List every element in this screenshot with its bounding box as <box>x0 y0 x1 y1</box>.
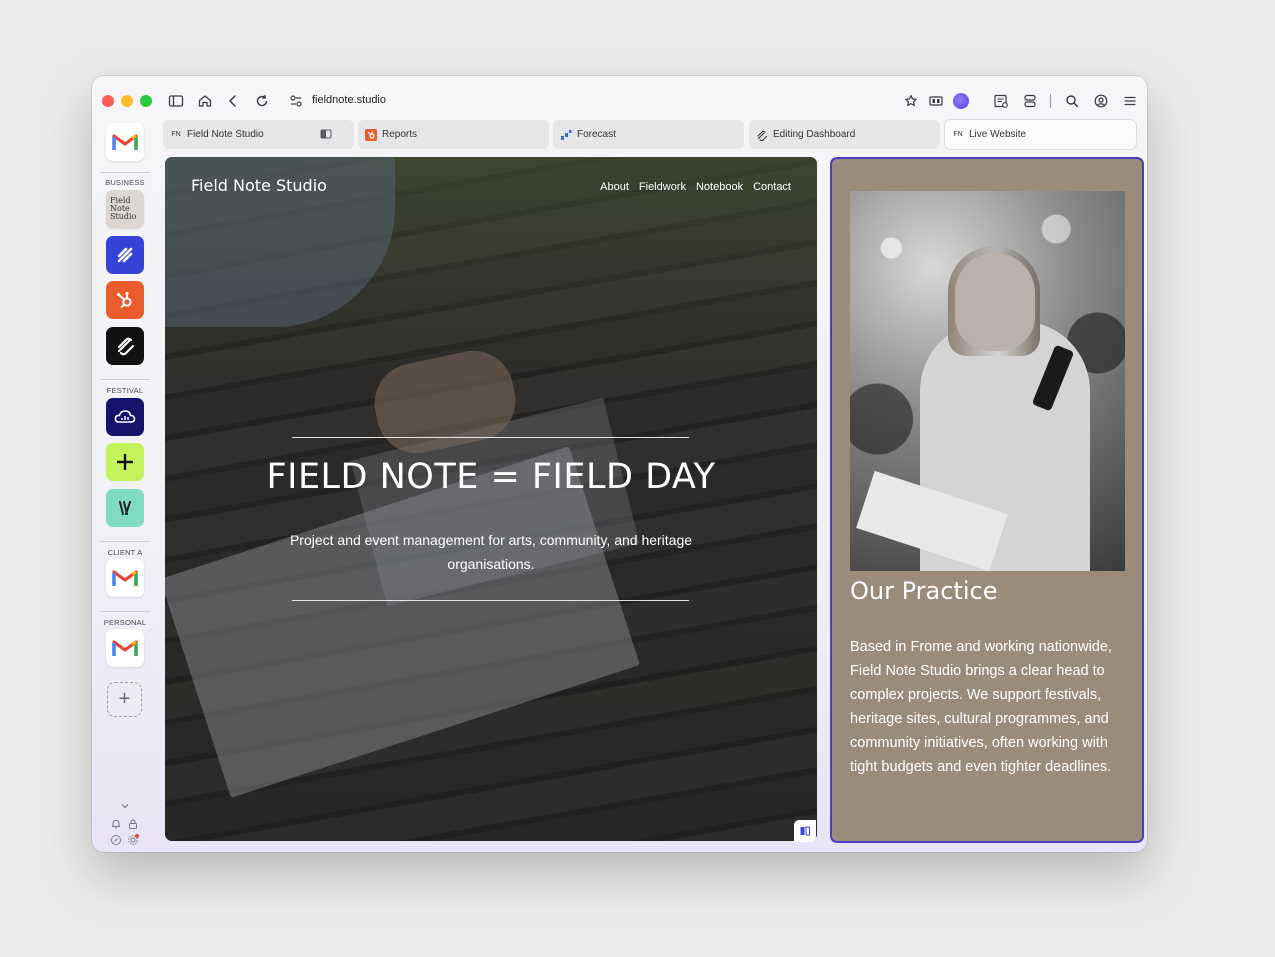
url-text[interactable]: fieldnote.studio <box>312 94 386 106</box>
compass-icon[interactable] <box>110 834 122 846</box>
practice-body: Based in Frome and working nationwide, F… <box>850 639 1112 775</box>
tab-label: Editing Dashboard <box>773 129 856 140</box>
hubspot-icon[interactable] <box>106 281 144 319</box>
slash-app-icon[interactable] <box>106 489 144 527</box>
add-app-button[interactable]: + <box>107 682 142 717</box>
close-window-button[interactable] <box>102 95 114 107</box>
address-bar[interactable]: fieldnote.studio <box>284 90 964 112</box>
split-view-toggle-button[interactable] <box>794 820 816 842</box>
settings-gear-icon[interactable] <box>127 834 139 846</box>
fn-favicon-icon: FN <box>953 131 963 138</box>
bell-icon[interactable] <box>110 818 122 830</box>
tab-reports[interactable]: Reports <box>358 120 549 149</box>
zoom-window-button[interactable] <box>140 95 152 107</box>
practice-title: Our Practice <box>850 577 998 605</box>
site-title[interactable]: Field Note Studio <box>191 176 327 195</box>
fn-favicon-icon: FN <box>171 131 181 138</box>
browser-window: fieldnote.studio BUSINESS Field Note Stu… <box>92 76 1147 852</box>
section-label-festival: FESTIVAL <box>106 386 144 395</box>
tab-label: Live Website <box>969 129 1027 140</box>
squarespace-favicon-icon <box>756 129 768 141</box>
hero-subheadline: Project and event management for arts, c… <box>289 532 693 572</box>
hero-headline: FIELD NOTE = FIELD DAY <box>266 457 716 497</box>
section-divider <box>100 611 150 612</box>
toolbar-divider <box>1050 94 1051 108</box>
nav-about[interactable]: About <box>600 181 629 193</box>
tab-label: Field Note Studio <box>187 129 264 140</box>
section-label-personal: PERSONAL <box>103 618 147 627</box>
section-divider <box>100 172 150 173</box>
our-practice-pane: Our Practice Based in Frome and working … <box>830 157 1144 843</box>
home-icon[interactable] <box>196 92 214 110</box>
gmail-icon[interactable] <box>106 123 144 161</box>
sidebar-toggle-icon[interactable] <box>167 92 185 110</box>
database-icon[interactable] <box>1021 92 1039 110</box>
hero-divider-bottom <box>292 600 689 601</box>
minimize-window-button[interactable] <box>121 95 133 107</box>
tab-field-note-studio[interactable]: FN Field Note Studio <box>163 120 354 149</box>
menu-icon[interactable] <box>1121 92 1139 110</box>
portrait-head <box>955 253 1035 351</box>
plus-app-icon[interactable] <box>106 443 144 481</box>
tab-live-website[interactable]: FN Live Website <box>945 120 1136 149</box>
search-icon[interactable] <box>1063 92 1081 110</box>
nav-contact[interactable]: Contact <box>753 181 791 193</box>
hero-overlay <box>165 157 817 841</box>
gmail-icon[interactable] <box>106 629 144 667</box>
tab-label: Reports <box>382 129 418 140</box>
hubspot-favicon-icon <box>365 128 377 141</box>
tab-label: Forecast <box>577 129 616 140</box>
account-icon[interactable] <box>1092 92 1110 110</box>
field-note-studio-icon[interactable]: Field Note Studio <box>106 190 144 228</box>
squarespace-icon[interactable] <box>106 327 144 365</box>
forecast-app-icon[interactable] <box>106 236 144 274</box>
tab-forecast[interactable]: Forecast <box>553 120 744 149</box>
portrait-photo <box>850 191 1125 571</box>
reading-list-icon[interactable] <box>992 92 1010 110</box>
app-sidebar: BUSINESS Field Note Studio FESTIVAL CLIE… <box>92 120 158 852</box>
section-label-business: BUSINESS <box>105 178 145 187</box>
lock-icon[interactable] <box>127 818 139 830</box>
bookmark-star-icon[interactable] <box>902 92 920 110</box>
gmail-icon[interactable] <box>106 559 144 597</box>
section-label-client-a: CLIENT A <box>107 548 143 557</box>
website-hero-pane: Field Note Studio About Fieldwork Notebo… <box>165 157 817 841</box>
reload-icon[interactable] <box>253 92 271 110</box>
hero-divider-top <box>292 437 689 438</box>
forecast-favicon-icon <box>560 129 572 141</box>
extension-avatar-icon[interactable] <box>953 93 969 109</box>
chevron-down-icon[interactable] <box>119 800 131 812</box>
tab-editing-dashboard[interactable]: Editing Dashboard <box>749 120 940 149</box>
reader-mode-icon[interactable] <box>927 92 945 110</box>
cloud-icon[interactable] <box>106 398 144 436</box>
site-nav: About Fieldwork Notebook Contact <box>600 181 791 193</box>
back-icon[interactable] <box>224 92 242 110</box>
nav-notebook[interactable]: Notebook <box>696 181 743 193</box>
browser-toolbar: fieldnote.studio <box>92 76 1147 124</box>
split-view-icon[interactable] <box>320 128 332 140</box>
section-divider <box>100 379 150 380</box>
site-settings-icon[interactable] <box>288 93 304 109</box>
section-divider <box>100 541 150 542</box>
nav-fieldwork[interactable]: Fieldwork <box>639 181 686 193</box>
